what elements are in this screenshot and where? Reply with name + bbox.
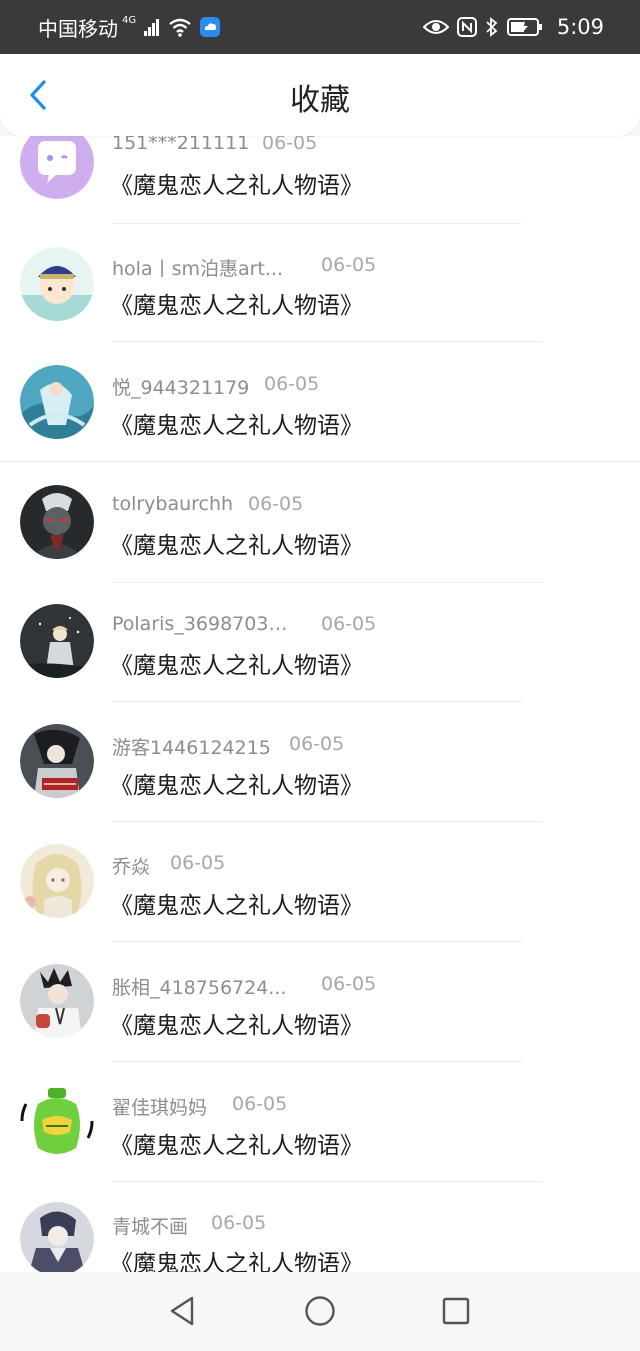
list-item[interactable]: hola丨sm泊惠art... 06-05 《魔鬼恋人之礼人物语》 [0,240,640,360]
item-date: 06-05 [289,733,345,755]
item-date: 06-05 [321,613,377,635]
list-item[interactable]: 翟佳琪妈妈 06-05 《魔鬼恋人之礼人物语》 [0,1080,640,1200]
chevron-left-icon [30,80,46,110]
divider [112,701,522,702]
divider [112,341,542,342]
nav-recents-button[interactable] [434,1289,478,1333]
avatar[interactable] [20,1202,94,1272]
bluetooth-icon [485,17,499,37]
item-date: 06-05 [248,493,304,515]
top-app-bar: 收藏 [0,54,640,136]
item-meta: 乔焱 06-05 [112,852,225,879]
item-date: 06-05 [264,373,320,395]
back-button[interactable] [18,74,58,116]
signal-icon [144,18,160,36]
divider [0,461,640,462]
list-item[interactable]: 悦_944321179 06-05 《魔鬼恋人之礼人物语》 [0,360,640,480]
item-meta: 151***211111 06-05 [112,136,317,154]
avatar[interactable] [20,485,94,559]
avatar[interactable] [20,247,94,321]
avatar[interactable] [20,724,94,798]
network-type-label: 4G [122,14,137,26]
work-title: 《魔鬼恋人之礼人物语》 [110,173,363,199]
square-recents-icon [442,1297,470,1325]
item-meta: tolrybaurchh 06-05 [112,493,303,515]
item-date: 06-05 [170,852,226,874]
avatar[interactable] [20,136,94,199]
divider [112,1181,542,1182]
username: 游客1446124215 [112,737,271,759]
item-date: 06-05 [232,1093,288,1115]
work-title: 《魔鬼恋人之礼人物语》 [110,413,363,439]
status-bar: 中国移动 4G 5:09 [0,0,640,54]
list-item[interactable]: 游客1446124215 06-05 《魔鬼恋人之礼人物语》 [0,720,640,840]
divider [112,1061,522,1062]
system-navigation-bar [0,1272,640,1351]
divider [112,821,542,822]
username: Polaris_36987033... [112,613,292,635]
username: 乔焱 [112,856,151,878]
nfc-icon [456,17,477,37]
avatar[interactable] [20,964,94,1038]
work-title: 《魔鬼恋人之礼人物语》 [110,1251,363,1272]
item-date: 06-05 [321,254,377,276]
cloud-app-icon [200,17,221,37]
work-title: 《魔鬼恋人之礼人物语》 [110,893,363,919]
work-title: 《魔鬼恋人之礼人物语》 [110,533,363,559]
avatar[interactable] [20,1084,94,1158]
item-meta: 翟佳琪妈妈 06-05 [112,1093,287,1120]
carrier-label: 中国移动 [38,16,118,41]
divider [112,582,542,583]
work-title: 《魔鬼恋人之礼人物语》 [110,1013,363,1039]
nav-home-button[interactable] [298,1289,342,1333]
avatar[interactable] [20,604,94,678]
username: 胀相_418756724... [112,977,287,999]
work-title: 《魔鬼恋人之礼人物语》 [110,653,363,679]
circle-home-icon [305,1296,335,1326]
divider [112,941,522,942]
battery-charging-icon [506,17,543,37]
page-title: 收藏 [290,83,350,118]
item-meta: 胀相_418756724... 06-05 [112,973,376,1000]
list-item[interactable]: Polaris_36987033... 06-05 《魔鬼恋人之礼人物语》 [0,600,640,720]
item-meta: 青城不画 06-05 [112,1212,266,1239]
item-meta: Polaris_36987033... 06-05 [112,613,376,635]
list-item[interactable]: 胀相_418756724... 06-05 《魔鬼恋人之礼人物语》 [0,960,640,1080]
item-meta: hola丨sm泊惠art... 06-05 [112,254,376,281]
work-title: 《魔鬼恋人之礼人物语》 [110,773,363,799]
username: 青城不画 [112,1216,189,1238]
list-item[interactable]: tolrybaurchh 06-05 《魔鬼恋人之礼人物语》 [0,480,640,600]
work-title: 《魔鬼恋人之礼人物语》 [110,293,363,319]
username: hola丨sm泊惠art... [112,258,284,280]
list-item[interactable]: 青城不画 06-05 《魔鬼恋人之礼人物语》 [0,1200,640,1272]
list-item[interactable]: 151***211111 06-05 《魔鬼恋人之礼人物语》 [0,136,640,240]
clock-time: 5:09 [556,15,604,39]
username: tolrybaurchh [112,493,234,515]
username: 翟佳琪妈妈 [112,1097,208,1119]
username: 悦_944321179 [112,377,250,399]
list-item[interactable]: 乔焱 06-05 《魔鬼恋人之礼人物语》 [0,840,640,960]
item-meta: 悦_944321179 06-05 [112,373,319,400]
avatar[interactable] [20,844,94,918]
favorites-list[interactable]: 151***211111 06-05 《魔鬼恋人之礼人物语》 hola丨sm泊惠… [0,136,640,1272]
triangle-back-icon [170,1296,194,1326]
wifi-icon [168,17,192,37]
username: 151***211111 [112,136,250,154]
avatar[interactable] [20,365,94,439]
item-date: 06-05 [321,973,377,995]
item-meta: 游客1446124215 06-05 [112,733,344,760]
nav-back-button[interactable] [160,1289,204,1333]
item-date: 06-05 [211,1212,267,1234]
item-date: 06-05 [262,136,318,154]
eye-comfort-icon [422,18,449,36]
divider [112,223,522,224]
work-title: 《魔鬼恋人之礼人物语》 [110,1133,363,1159]
